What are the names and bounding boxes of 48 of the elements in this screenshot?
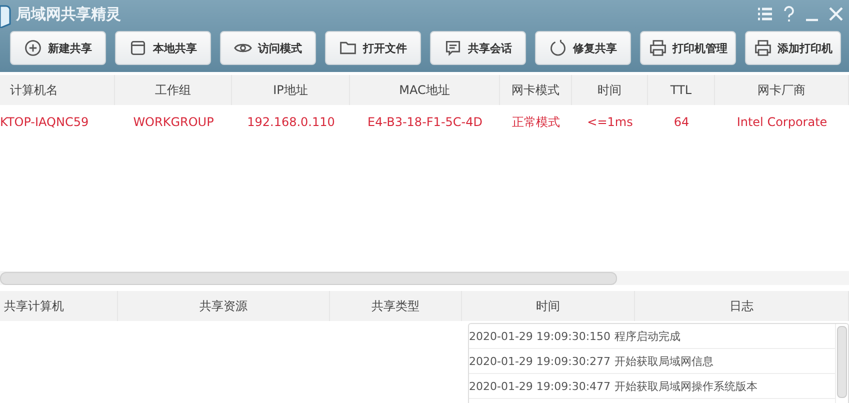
table-cell-text: E4-B3-18-F1-5C-4D [366,114,484,131]
column-header[interactable]: 时间 [462,291,635,321]
table-cell-text: 192.168.0.110 [246,114,336,131]
menu-icon[interactable] [757,6,773,22]
toolbar-button[interactable]: 新建共享 [10,31,106,65]
column-header[interactable]: 工作组 [115,75,232,105]
window-icon [129,39,147,57]
refresh-icon [549,39,567,57]
log-time: 2020-01-29 19:09:30:477 [469,380,611,392]
toolbar-button[interactable]: 修复共享 [535,31,631,65]
column-header[interactable]: 时间 [572,75,648,105]
vertical-scrollbar[interactable] [835,324,848,403]
horizontal-scrollbar[interactable] [0,271,849,285]
close-icon[interactable] [829,7,843,21]
toolbar-button[interactable]: 访问模式 [220,31,316,65]
toolbar-button[interactable]: 本地共享 [115,31,211,65]
table-cell-text: 正常模式 [511,114,561,130]
log-time: 2020-01-29 19:09:30:277 [469,354,611,368]
column-header[interactable]: TTL [648,75,715,105]
column-header[interactable]: 计算机名 [0,75,115,105]
column-header[interactable]: 日志 [635,291,849,321]
column-header[interactable]: IP地址 [232,75,350,105]
chat-icon [444,39,462,57]
log-message: 开始获取局域网操作系统版本 [614,378,758,394]
toolbar-button[interactable]: 打开文件 [325,31,421,65]
toolbar-button[interactable]: 共享会话 [430,31,526,65]
table-cell-text: WORKGROUP [132,114,215,131]
column-header[interactable]: 共享类型 [330,291,462,321]
column-header[interactable]: 网卡厂商 [715,75,849,105]
column-header[interactable]: 共享资源 [118,291,330,321]
help-icon[interactable] [783,6,795,22]
log-message: 开始获取局域网信息 [614,354,714,368]
printer-icon [648,39,666,57]
table-cell-text: KTOP-IAQNC59 [0,114,90,131]
column-header[interactable]: MAC地址 [350,75,500,105]
log-message: 程序启动完成 [614,328,681,344]
table-cell-text: 64 [672,114,690,131]
column-header[interactable]: 共享计算机 [0,291,118,321]
column-header[interactable]: 网卡模式 [500,75,572,105]
log-time: 2020-01-29 19:09:30:150 [469,330,611,342]
window-title: 局域网共享精灵 [16,4,121,24]
toolbar-button[interactable]: 打印机管理 [640,31,736,65]
toolbar-button[interactable]: 添加打印机 [745,31,841,65]
table-cell-text: <=1ms [586,114,634,131]
plus-icon [24,39,42,57]
folder-icon [339,39,357,57]
printer-icon [754,39,772,57]
table-cell-text: Intel Corporate [736,114,828,131]
